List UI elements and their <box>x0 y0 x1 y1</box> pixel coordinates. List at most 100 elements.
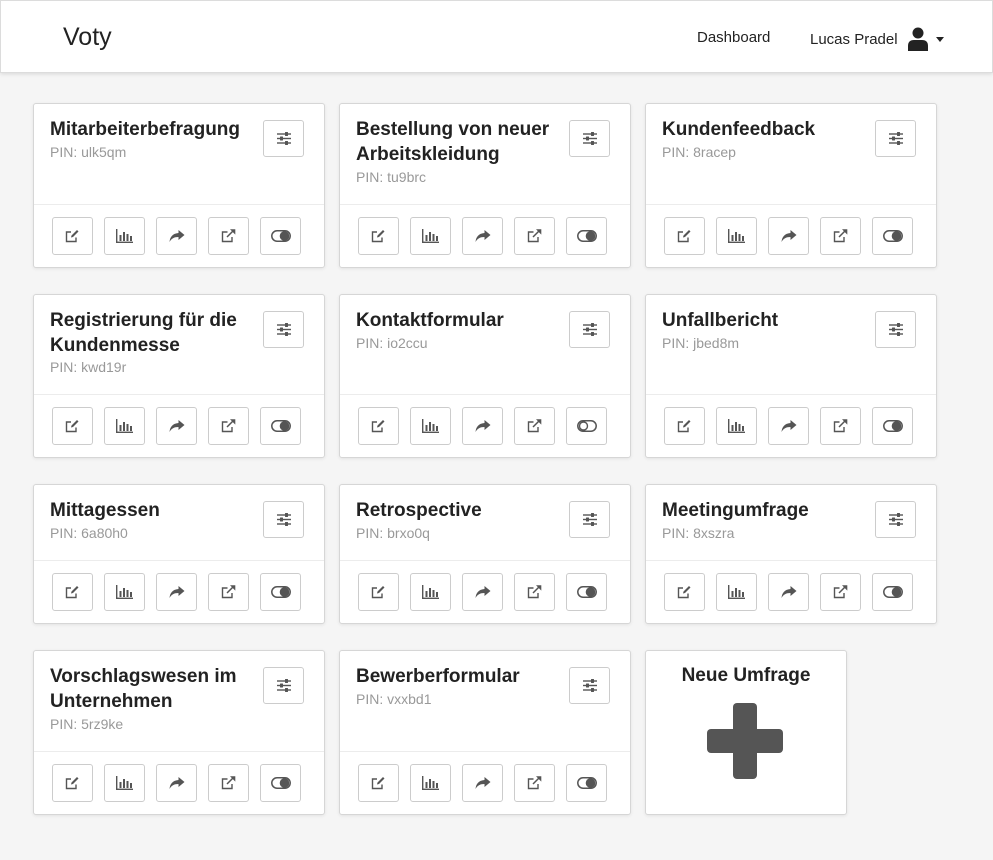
new-survey-card[interactable]: Neue Umfrage <box>645 650 847 815</box>
external-link-icon <box>527 229 542 243</box>
bar-chart-icon <box>116 776 133 790</box>
bar-chart-icon <box>422 419 439 433</box>
survey-title: Unfallbericht <box>662 310 779 331</box>
results-button[interactable] <box>104 217 145 255</box>
open-button[interactable] <box>820 217 861 255</box>
settings-button[interactable] <box>263 120 304 157</box>
share-button[interactable] <box>462 764 503 802</box>
card-actions <box>664 573 913 611</box>
user-name: Lucas Pradel <box>810 30 898 48</box>
settings-button[interactable] <box>875 120 916 157</box>
nav-dashboard-link[interactable]: Dashboard <box>697 29 770 46</box>
toggle-active-button[interactable] <box>260 217 301 255</box>
toggle-active-button[interactable] <box>260 764 301 802</box>
edit-button[interactable] <box>358 407 399 445</box>
user-menu[interactable]: Lucas Pradel <box>810 25 944 53</box>
share-button[interactable] <box>768 407 809 445</box>
bar-chart-icon <box>422 229 439 243</box>
toggle-active-button[interactable] <box>566 764 607 802</box>
bar-chart-icon <box>116 419 133 433</box>
open-button[interactable] <box>820 407 861 445</box>
card-actions <box>358 407 607 445</box>
settings-button[interactable] <box>569 667 610 704</box>
external-link-icon <box>221 585 236 599</box>
survey-card: Registrierung für die Kundenmesse PIN: kw… <box>33 294 325 458</box>
edit-icon <box>677 585 692 599</box>
toggle-on-icon <box>882 420 903 432</box>
edit-button[interactable] <box>664 573 705 611</box>
external-link-icon <box>833 419 848 433</box>
toggle-on-icon <box>576 230 597 242</box>
results-button[interactable] <box>716 573 757 611</box>
open-button[interactable] <box>820 573 861 611</box>
edit-button[interactable] <box>358 573 399 611</box>
settings-button[interactable] <box>569 311 610 348</box>
share-button[interactable] <box>462 407 503 445</box>
results-button[interactable] <box>410 407 451 445</box>
share-button[interactable] <box>462 573 503 611</box>
share-button[interactable] <box>462 217 503 255</box>
settings-button[interactable] <box>263 667 304 704</box>
open-button[interactable] <box>514 764 555 802</box>
open-button[interactable] <box>514 217 555 255</box>
survey-card: Retrospective PIN: brxo0q <box>339 484 631 624</box>
survey-card: Mittagessen PIN: 6a80h0 <box>33 484 325 624</box>
edit-button[interactable] <box>664 407 705 445</box>
open-button[interactable] <box>208 764 249 802</box>
toggle-active-button[interactable] <box>872 573 913 611</box>
survey-pin: PIN: 6a80h0 <box>50 525 128 541</box>
settings-button[interactable] <box>875 501 916 538</box>
edit-icon <box>677 419 692 433</box>
settings-button[interactable] <box>263 311 304 348</box>
share-button[interactable] <box>156 217 197 255</box>
edit-button[interactable] <box>52 217 93 255</box>
edit-button[interactable] <box>664 217 705 255</box>
results-button[interactable] <box>410 573 451 611</box>
card-divider <box>34 394 324 395</box>
external-link-icon <box>221 419 236 433</box>
settings-button[interactable] <box>569 501 610 538</box>
results-button[interactable] <box>410 764 451 802</box>
share-button[interactable] <box>156 573 197 611</box>
edit-button[interactable] <box>52 407 93 445</box>
toggle-active-button[interactable] <box>260 407 301 445</box>
toggle-active-button[interactable] <box>872 217 913 255</box>
sliders-icon <box>582 679 597 692</box>
edit-button[interactable] <box>358 217 399 255</box>
results-button[interactable] <box>716 407 757 445</box>
settings-button[interactable] <box>569 120 610 157</box>
open-button[interactable] <box>208 407 249 445</box>
results-button[interactable] <box>104 573 145 611</box>
card-divider <box>340 751 630 752</box>
toggle-active-button[interactable] <box>566 573 607 611</box>
edit-button[interactable] <box>52 573 93 611</box>
settings-button[interactable] <box>263 501 304 538</box>
toggle-active-button[interactable] <box>566 407 607 445</box>
toggle-active-button[interactable] <box>872 407 913 445</box>
card-actions <box>52 217 301 255</box>
brand-logo[interactable]: Voty <box>63 23 112 52</box>
bar-chart-icon <box>422 776 439 790</box>
card-divider <box>340 560 630 561</box>
share-button[interactable] <box>156 407 197 445</box>
share-button[interactable] <box>768 573 809 611</box>
edit-button[interactable] <box>358 764 399 802</box>
open-button[interactable] <box>514 573 555 611</box>
share-button[interactable] <box>768 217 809 255</box>
share-icon <box>169 229 185 243</box>
results-button[interactable] <box>104 764 145 802</box>
open-button[interactable] <box>208 573 249 611</box>
results-button[interactable] <box>716 217 757 255</box>
toggle-active-button[interactable] <box>260 573 301 611</box>
external-link-icon <box>527 419 542 433</box>
results-button[interactable] <box>410 217 451 255</box>
external-link-icon <box>221 776 236 790</box>
open-button[interactable] <box>208 217 249 255</box>
toggle-active-button[interactable] <box>566 217 607 255</box>
edit-button[interactable] <box>52 764 93 802</box>
share-button[interactable] <box>156 764 197 802</box>
open-button[interactable] <box>514 407 555 445</box>
settings-button[interactable] <box>875 311 916 348</box>
share-icon <box>781 229 797 243</box>
results-button[interactable] <box>104 407 145 445</box>
